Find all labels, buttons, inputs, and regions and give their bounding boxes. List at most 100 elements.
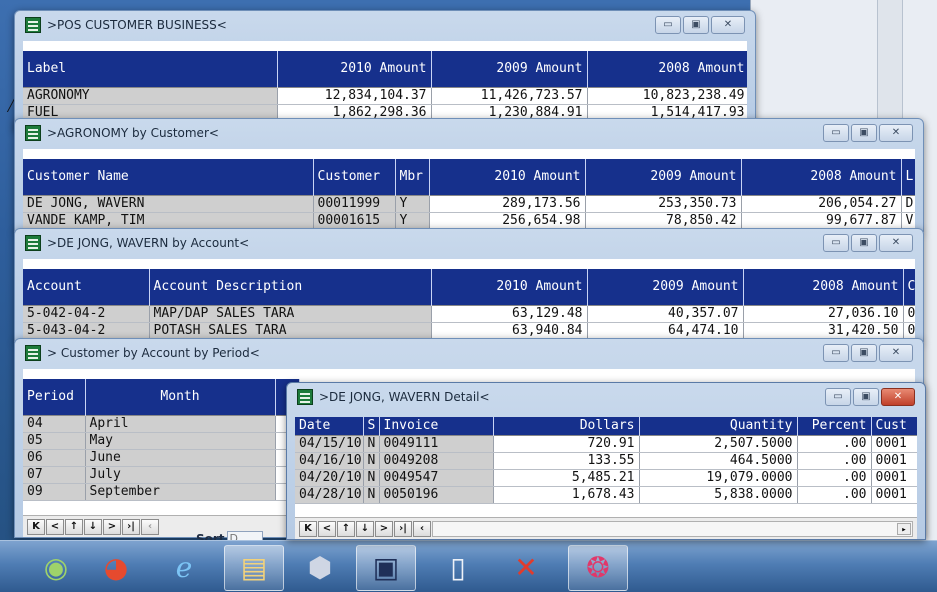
close-button[interactable]: ✕ [879, 124, 913, 142]
horizontal-scrollbar[interactable]: ▸ [432, 520, 913, 537]
column-header-2010[interactable]: 2010 Amount [277, 51, 432, 87]
cell[interactable]: 0001 [871, 452, 917, 470]
table-row[interactable]: 07 July [23, 466, 300, 484]
cell[interactable]: 19,079.0000 [639, 469, 798, 487]
cell[interactable]: 04/15/10 [295, 434, 364, 453]
column-header-2009[interactable]: 2009 Amount [585, 159, 742, 195]
cell[interactable]: 12,834,104.37 [277, 86, 432, 105]
column-header-date[interactable]: Date [295, 417, 364, 435]
column-header-2009[interactable]: 2009 Amount [587, 269, 744, 305]
close-button[interactable]: ✕ [711, 16, 745, 34]
window-dejong-by-account[interactable]: >DE JONG, WAVERN by Account< ▭ ▣ ✕ Accou… [14, 228, 924, 342]
table-row[interactable]: VANDE KAMP, TIM 00001615 Y 256,654.98 78… [23, 212, 915, 230]
last-record-button[interactable]: ›| [122, 518, 140, 535]
column-header-2008[interactable]: 2008 Amount [587, 51, 747, 87]
cell[interactable]: 289,173.56 [429, 194, 586, 213]
table-row[interactable]: DE JONG, WAVERN 00011999 Y 289,173.56 25… [23, 194, 915, 213]
cell[interactable]: July [85, 466, 276, 484]
minimize-button[interactable]: ▭ [823, 124, 849, 142]
maximize-button[interactable]: ▣ [851, 124, 877, 142]
close-button[interactable]: ✕ [879, 344, 913, 362]
column-header-month[interactable]: Month [85, 379, 276, 415]
window-dejong-detail[interactable]: >DE JONG, WAVERN Detail< ▭ ▣ ✕ Date S In… [286, 382, 926, 540]
cell[interactable]: .00 [797, 486, 872, 504]
cell[interactable]: 06 [23, 449, 86, 467]
column-header-customer[interactable]: Customer [313, 159, 396, 195]
table-row[interactable]: 5-043-04-2 POTASH SALES TARA 63,940.84 6… [23, 322, 915, 340]
taskbar-paint-app[interactable]: ❂ [568, 545, 628, 591]
cell[interactable]: AGRONOMY [23, 86, 278, 105]
scroll-left-button[interactable]: ‹ [413, 520, 431, 537]
cell[interactable]: DE JONG, WAVERN [23, 194, 314, 213]
scroll-right-arrow-icon[interactable]: ▸ [897, 522, 911, 535]
cell[interactable]: 31,420.50 [743, 322, 904, 340]
close-button[interactable]: ✕ [879, 234, 913, 252]
cell[interactable]: 07 [23, 466, 86, 484]
cell[interactable]: 720.91 [493, 434, 640, 453]
next-page-button[interactable]: > [375, 520, 393, 537]
taskbar-x-app[interactable]: ✕ [496, 545, 556, 591]
maximize-button[interactable]: ▣ [853, 388, 879, 406]
cell[interactable]: 5,485.21 [493, 469, 640, 487]
cell[interactable]: 10,823,238.49 [587, 86, 747, 105]
cell[interactable]: Y [395, 194, 430, 213]
cell[interactable]: June [85, 449, 276, 467]
cell[interactable]: 256,654.98 [429, 212, 586, 230]
cell[interactable]: 00001615 [313, 212, 396, 230]
column-header-account-description[interactable]: Account Description [149, 269, 432, 305]
cell[interactable]: 11,426,723.57 [431, 86, 588, 105]
cell[interactable]: 206,054.27 [741, 194, 902, 213]
column-header-c[interactable]: C [903, 269, 915, 305]
previous-page-button[interactable]: < [46, 518, 64, 535]
window-agronomy-by-customer[interactable]: >AGRONOMY by Customer< ▭ ▣ ✕ Customer Na… [14, 118, 924, 232]
column-header-2009[interactable]: 2009 Amount [431, 51, 588, 87]
cell[interactable]: V [901, 212, 915, 230]
column-header-2010[interactable]: 2010 Amount [431, 269, 588, 305]
taskbar-chrome[interactable]: ◕ [86, 545, 146, 591]
cell[interactable]: .00 [797, 434, 872, 453]
minimize-button[interactable]: ▭ [823, 344, 849, 362]
cell[interactable]: 63,129.48 [431, 304, 588, 323]
taskbar-blank-window[interactable]: ▯ [428, 545, 488, 591]
taskbar-remote-desktop[interactable]: ▣ [356, 545, 416, 591]
table-row[interactable]: AGRONOMY 12,834,104.37 11,426,723.57 10,… [23, 86, 747, 105]
column-header-quantity[interactable]: Quantity [639, 417, 798, 435]
cell[interactable]: 5,838.0000 [639, 486, 798, 504]
titlebar[interactable]: >POS CUSTOMER BUSINESS< ▭ ▣ ✕ [15, 11, 755, 39]
cell[interactable]: 0049208 [379, 452, 494, 470]
minimize-button[interactable]: ▭ [655, 16, 681, 34]
column-header-s[interactable]: S [363, 417, 380, 435]
column-header-cust[interactable]: Cust [871, 417, 917, 435]
column-header-label[interactable]: Label [23, 51, 278, 87]
cell[interactable]: 0001 [871, 469, 917, 487]
cell[interactable]: May [85, 432, 276, 450]
titlebar[interactable]: >AGRONOMY by Customer< ▭ ▣ ✕ [15, 119, 923, 147]
column-header-account[interactable]: Account [23, 269, 150, 305]
cell[interactable]: 04/20/10 [295, 469, 364, 487]
minimize-button[interactable]: ▭ [823, 234, 849, 252]
cell[interactable]: 0050196 [379, 486, 494, 504]
cell[interactable]: September [85, 483, 276, 501]
cell[interactable]: 04/28/10 [295, 486, 364, 504]
column-header-dollars[interactable]: Dollars [493, 417, 640, 435]
column-header-percent[interactable]: Percent [797, 417, 872, 435]
cell[interactable]: 0001 [871, 434, 917, 453]
cell[interactable]: 05 [23, 432, 86, 450]
taskbar-internet-explorer[interactable]: ℯ [154, 545, 214, 591]
cell[interactable]: Y [395, 212, 430, 230]
table-row[interactable]: 06 June [23, 449, 300, 467]
close-button[interactable]: ✕ [881, 388, 915, 406]
column-header-2008[interactable]: 2008 Amount [743, 269, 904, 305]
table-row[interactable]: 04/20/10 N 0049547 5,485.21 19,079.0000 … [295, 469, 917, 487]
previous-page-button[interactable]: < [318, 520, 336, 537]
first-record-button[interactable]: K [299, 520, 317, 537]
cell[interactable]: N [363, 434, 380, 453]
cell[interactable]: .00 [797, 469, 872, 487]
cell[interactable]: 0 [903, 304, 915, 323]
column-header-customer-name[interactable]: Customer Name [23, 159, 314, 195]
cell[interactable]: 04/16/10 [295, 452, 364, 470]
next-page-button[interactable]: > [103, 518, 121, 535]
cell[interactable]: 0001 [871, 486, 917, 504]
cell[interactable]: MAP/DAP SALES TARA [149, 304, 432, 323]
column-header-l[interactable]: L [901, 159, 915, 195]
